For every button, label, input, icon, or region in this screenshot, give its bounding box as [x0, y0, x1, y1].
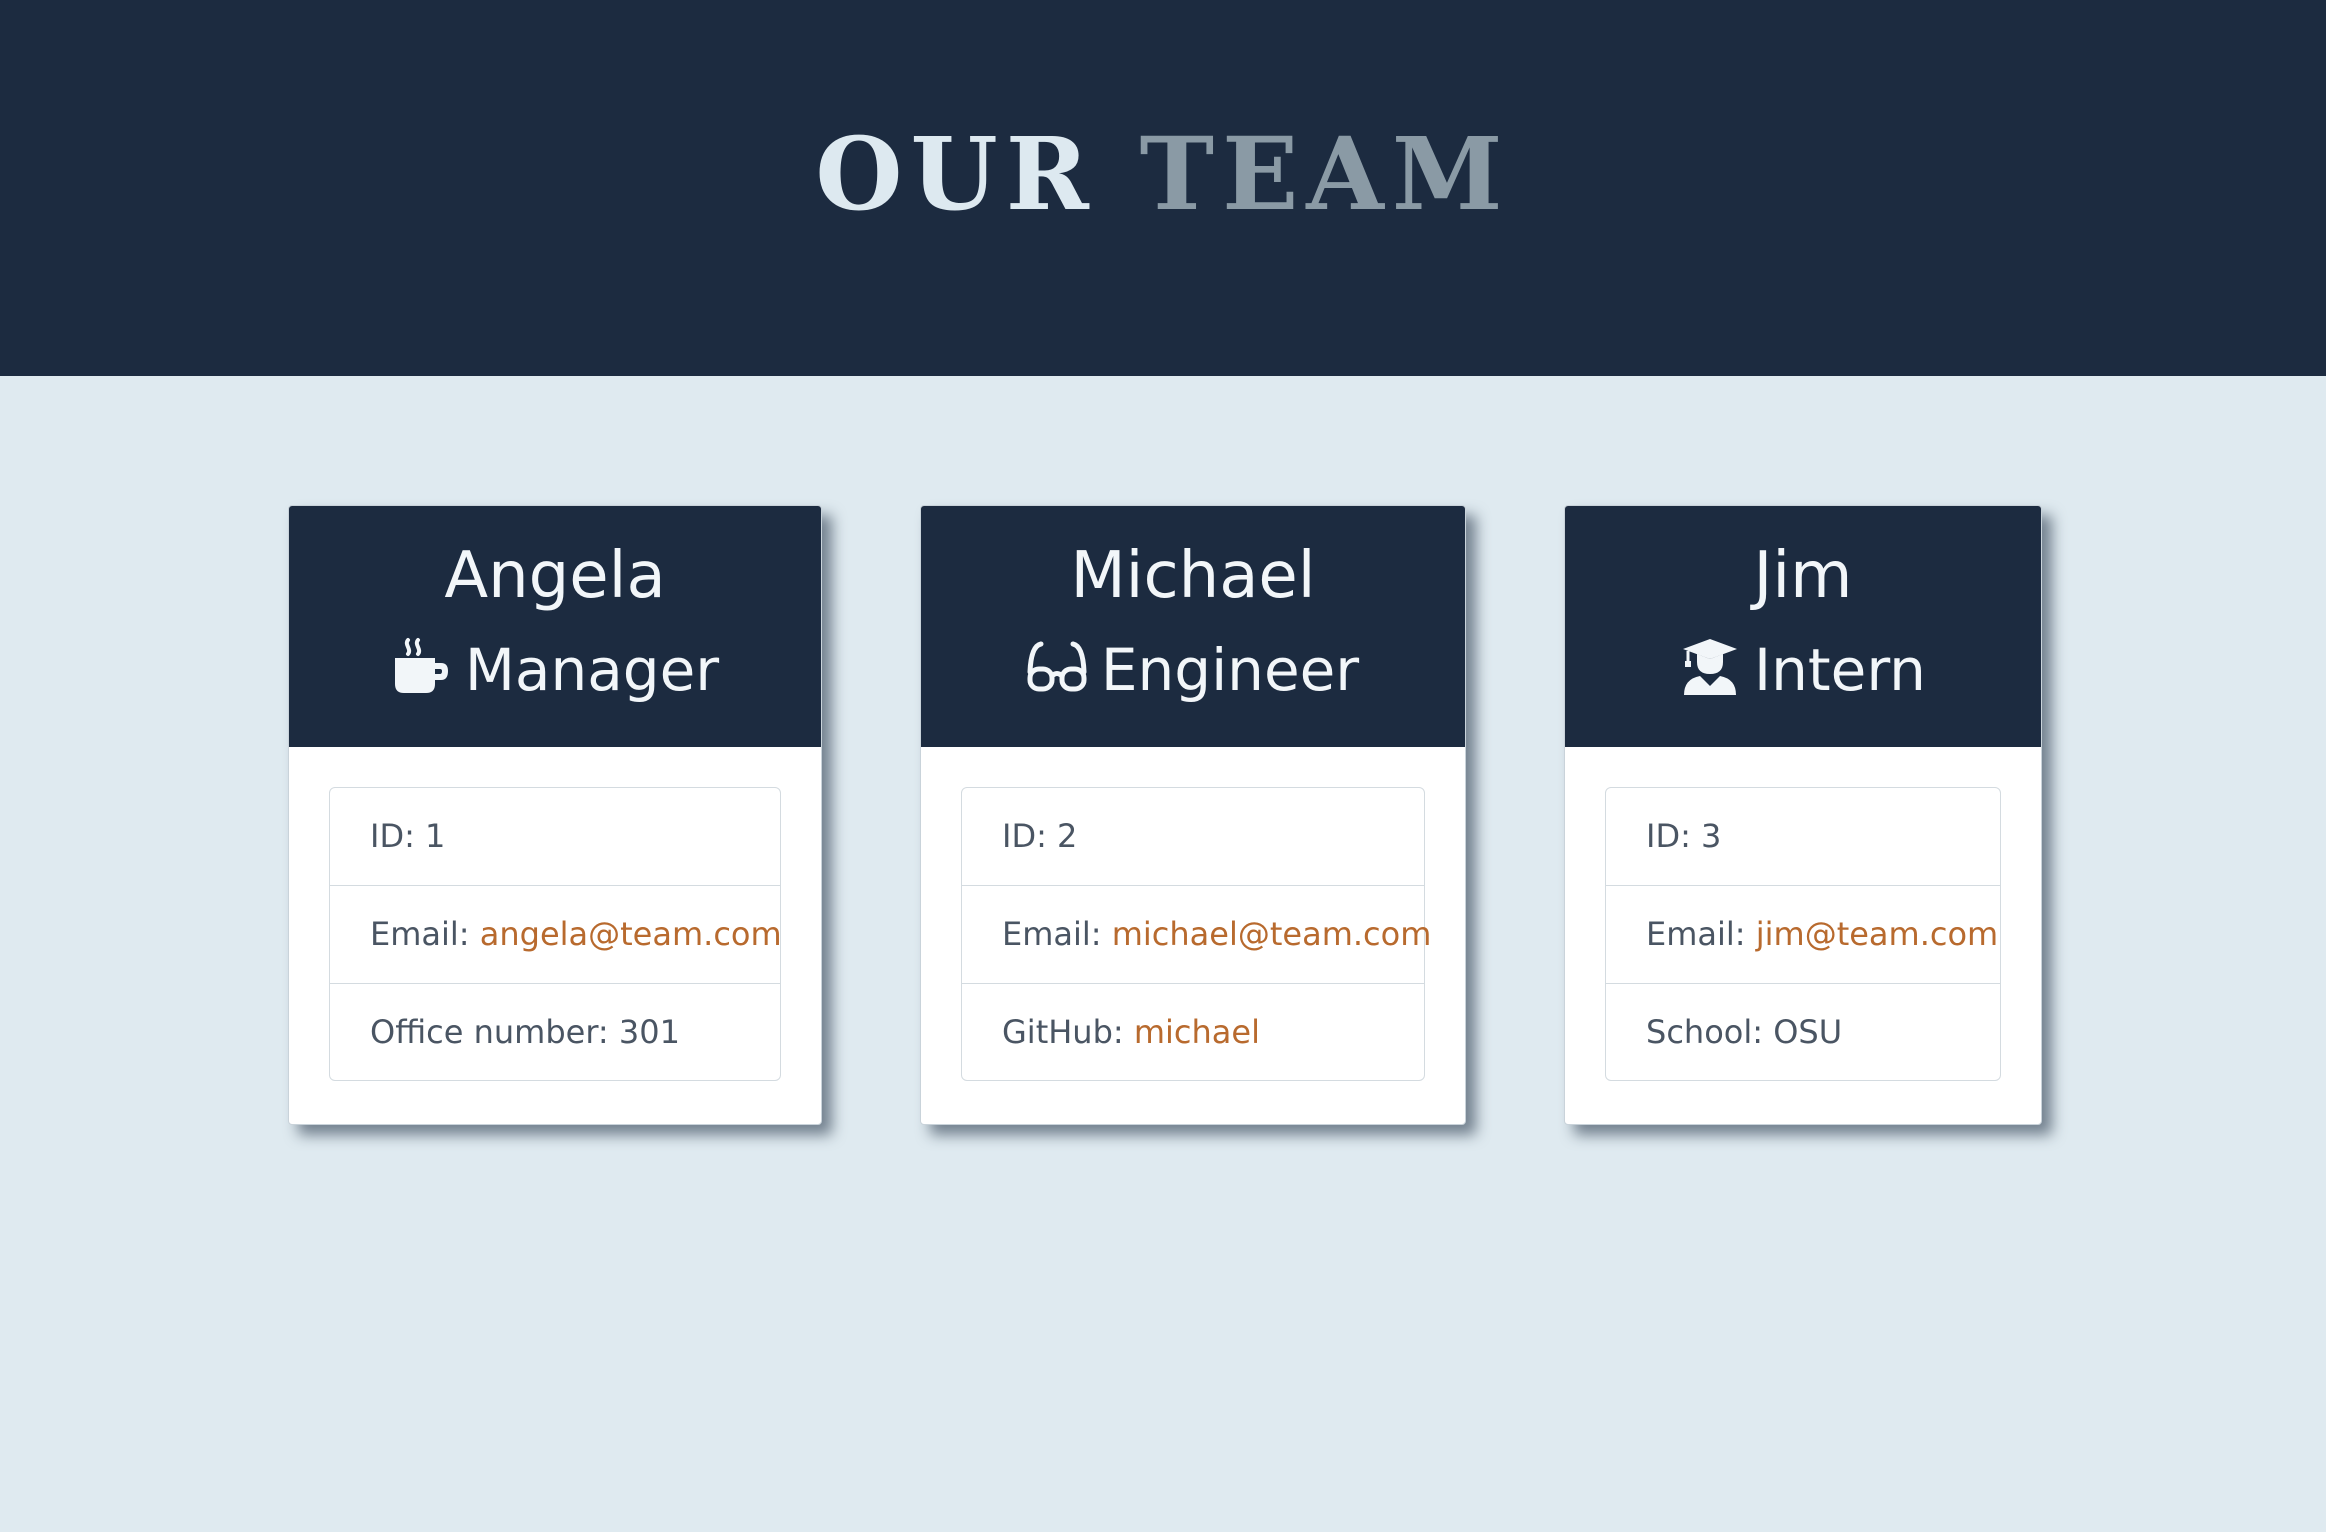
github-link[interactable]: michael: [1134, 1013, 1260, 1051]
employee-email-row: Email: jim@team.com: [1606, 886, 2000, 984]
email-label: Email:: [1002, 915, 1112, 953]
email-label: Email:: [370, 915, 480, 953]
id-value: 3: [1701, 817, 1722, 855]
employee-school-row: School: OSU: [1606, 984, 2000, 1082]
page-header: OUR TEAM: [0, 0, 2326, 376]
email-link[interactable]: michael@team.com: [1112, 915, 1432, 953]
coffee-mug-icon: [391, 636, 451, 696]
page-title-part2: TEAM: [1139, 115, 1511, 233]
id-label: ID:: [1646, 817, 1702, 855]
page-title: OUR TEAM: [0, 114, 2326, 234]
github-label: GitHub:: [1002, 1013, 1134, 1051]
card-header: Angela Manager: [289, 506, 821, 747]
glasses-icon: [1027, 636, 1087, 696]
employee-role: Intern: [1565, 630, 2041, 710]
employee-role-label: Intern: [1754, 636, 1926, 704]
office-label: Office number:: [370, 1013, 619, 1051]
employee-card-engineer: Michael Engineer ID: 2 Email: michael@te…: [920, 505, 1466, 1125]
email-link[interactable]: jim@team.com: [1756, 915, 1998, 953]
employee-id-row: ID: 1: [330, 788, 780, 886]
card-header: Jim Intern: [1565, 506, 2041, 747]
id-value: 2: [1057, 817, 1078, 855]
employee-details: ID: 1 Email: angela@team.com Office numb…: [329, 787, 782, 1082]
office-value: 301: [618, 1013, 680, 1051]
employee-details: ID: 3 Email: jim@team.com School: OSU: [1605, 787, 2001, 1081]
email-label: Email:: [1646, 915, 1756, 953]
employee-email-row: Email: angela@team.com: [330, 886, 782, 984]
id-value: 1: [425, 817, 446, 855]
employee-email-row: Email: michael@team.com: [962, 886, 1431, 984]
employee-details: ID: 2 Email: michael@team.com GitHub: mi…: [961, 787, 1431, 1082]
employee-id-row: ID: 3: [1606, 788, 2000, 886]
employee-role-label: Manager: [464, 636, 720, 704]
email-link[interactable]: angela@team.com: [480, 915, 782, 953]
employee-role-label: Engineer: [1100, 636, 1360, 704]
employee-office-row: Office number: 301: [330, 984, 780, 1082]
card-header: Michael Engineer: [921, 506, 1465, 747]
employee-role: Engineer: [921, 630, 1465, 710]
id-label: ID:: [370, 817, 426, 855]
employee-github-row: GitHub: michael: [962, 984, 1424, 1082]
employee-card-intern: Jim Intern ID: 3 Email: jim@team.com Sch…: [1564, 505, 2042, 1125]
employee-role: Manager: [289, 630, 821, 710]
employee-name: Michael: [1070, 539, 1316, 613]
employee-name: Jim: [1753, 539, 1853, 613]
employee-id-row: ID: 2: [962, 788, 1424, 886]
graduate-icon: [1680, 636, 1740, 696]
id-label: ID:: [1002, 817, 1058, 855]
employee-name: Angela: [444, 539, 666, 613]
page-title-part1: OUR: [815, 115, 1097, 233]
school-value: OSU: [1773, 1013, 1843, 1051]
employee-card-manager: Angela Manager ID: 1 Email: angela@team.…: [288, 505, 822, 1125]
school-label: School:: [1646, 1013, 1774, 1051]
